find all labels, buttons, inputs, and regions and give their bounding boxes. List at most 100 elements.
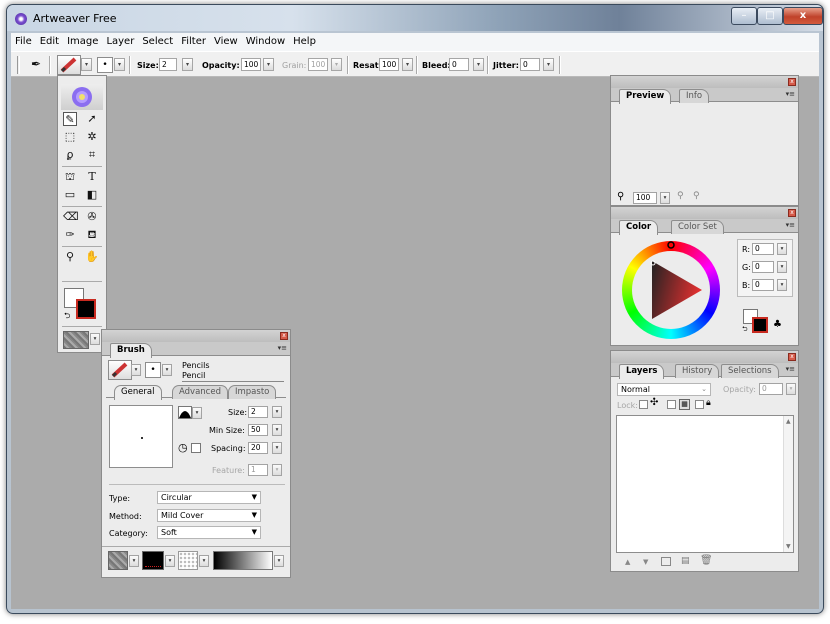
zoom-in-icon[interactable]: ⚲ (693, 191, 700, 201)
new-layer-icon[interactable] (661, 557, 671, 566)
trash-icon[interactable]: 🗑︎ (700, 555, 713, 566)
tab-general[interactable]: General (114, 385, 162, 400)
menu-edit[interactable]: Edit (36, 33, 63, 49)
toolbox-header[interactable] (61, 84, 103, 110)
menu-view[interactable]: View (210, 33, 242, 49)
brush-shape-button[interactable]: • (145, 362, 161, 378)
g-dropdown[interactable]: ▾ (777, 261, 787, 273)
move-tool-icon[interactable]: ➚ (85, 112, 99, 126)
grain-dropdown[interactable]: ▾ (199, 555, 209, 567)
minimize-button[interactable]: – (731, 7, 757, 25)
scroll-up-icon[interactable]: ▲ (786, 418, 791, 425)
gradient-dropdown[interactable]: ▾ (274, 555, 284, 567)
brush-preset-dropdown[interactable]: ▾ (131, 364, 141, 376)
pen-tool-icon[interactable]: ✒ (29, 57, 43, 71)
brush-dab-swatch[interactable] (142, 551, 164, 570)
fill-tool-icon[interactable]: ⛾ (85, 228, 99, 242)
brush-shape-dropdown[interactable]: ▾ (162, 364, 172, 376)
zoom-tool-icon[interactable]: ⚲ (63, 250, 77, 264)
clone-tool-icon[interactable]: ✇ (85, 210, 99, 224)
g-field[interactable]: 0 (752, 261, 774, 273)
brush-profile-button[interactable] (178, 406, 192, 419)
opacity-dropdown[interactable]: ▾ (263, 58, 274, 71)
size-field[interactable]: 2 (248, 406, 268, 418)
paper-texture-dropdown[interactable]: ▾ (129, 555, 139, 567)
spacing-field[interactable]: 20 (248, 442, 268, 454)
menu-window[interactable]: Window (242, 33, 289, 49)
bleed-field[interactable]: 0 (449, 58, 469, 71)
min-size-dropdown[interactable]: ▾ (272, 424, 282, 436)
spacing-dropdown[interactable]: ▾ (272, 442, 282, 454)
paper-texture-swatch[interactable] (63, 331, 89, 349)
hand-tool-icon[interactable]: ✋ (85, 250, 99, 264)
foreground-color-swatch[interactable] (76, 299, 96, 319)
paper-texture-dropdown[interactable]: ▾ (90, 333, 100, 345)
panel-menu-icon[interactable]: ▾≡ (786, 90, 795, 98)
lock-transparency-checkbox[interactable] (639, 400, 648, 409)
spacing-checkbox[interactable] (191, 443, 201, 453)
lock-all-checkbox[interactable] (695, 400, 704, 409)
text-tool-icon[interactable]: T (85, 170, 99, 184)
blend-mode-select[interactable]: Normal ⌄ (617, 383, 711, 396)
brush-preset-button[interactable] (57, 55, 81, 75)
menu-file[interactable]: File (11, 33, 36, 49)
eyedropper-icon[interactable]: ♣ (773, 319, 782, 330)
brush-preset-dropdown[interactable]: ▾ (81, 58, 92, 71)
tab-color-set[interactable]: Color Set (671, 220, 724, 234)
scroll-down-icon[interactable]: ▼ (786, 543, 791, 550)
magic-wand-tool-icon[interactable]: ✲ (85, 130, 99, 144)
panel-menu-icon[interactable]: ▾≡ (786, 221, 795, 229)
brush-tool-icon[interactable]: ✎ (63, 112, 77, 126)
menu-help[interactable]: Help (289, 33, 320, 49)
panel-menu-icon[interactable]: ▾≡ (786, 365, 795, 373)
menu-select[interactable]: Select (138, 33, 177, 49)
lasso-tool-icon[interactable]: ϼ (63, 148, 77, 162)
brush-preset-button[interactable] (108, 360, 132, 380)
rect-select-tool-icon[interactable]: ⬚ (63, 130, 77, 144)
preview-zoom-dropdown[interactable]: ▾ (660, 192, 670, 204)
size-dropdown[interactable]: ▾ (272, 406, 282, 418)
tab-layers[interactable]: Layers (619, 364, 665, 379)
color-triangle[interactable] (622, 241, 720, 339)
layers-scrollbar[interactable]: ▲ ▼ (783, 416, 793, 552)
preview-zoom-field[interactable]: 100 (633, 192, 657, 204)
jitter-field[interactable]: 0 (520, 58, 540, 71)
zoom-out-icon[interactable]: ⚲ (677, 191, 684, 201)
feature-field[interactable]: 1 (248, 464, 268, 476)
swap-colors-icon[interactable]: ⮌ (742, 325, 748, 336)
r-dropdown[interactable]: ▾ (777, 243, 787, 255)
gradient-tool-icon[interactable]: ◧ (85, 188, 99, 202)
eraser-tool-icon[interactable]: ⌫ (63, 210, 79, 224)
maximize-button[interactable]: □ (757, 7, 783, 25)
size-dropdown[interactable]: ▾ (182, 58, 193, 71)
grain-dropdown[interactable]: ▾ (331, 58, 342, 71)
tab-history[interactable]: History (675, 364, 720, 378)
close-icon[interactable]: x (788, 78, 796, 86)
move-layer-down-icon[interactable]: ▼ (643, 558, 648, 566)
tab-impasto[interactable]: Impasto (228, 385, 277, 399)
resat-field[interactable]: 100 (379, 58, 399, 71)
layer-opacity-dropdown[interactable]: ▾ (786, 383, 796, 395)
move-layer-up-icon[interactable]: ▲ (625, 558, 630, 566)
eyedropper-tool-icon[interactable]: ✑ (63, 228, 77, 242)
paper-texture-swatch[interactable] (108, 551, 128, 570)
close-icon[interactable]: x (788, 353, 796, 361)
gradient-swatch[interactable] (213, 551, 273, 570)
rectangle-tool-icon[interactable]: ▭ (63, 188, 77, 202)
type-select[interactable]: Circular ▼ (157, 491, 261, 504)
lock-pixels-checkbox[interactable] (667, 400, 676, 409)
title-bar[interactable]: Artweaver Free – □ x (7, 5, 823, 31)
b-dropdown[interactable]: ▾ (777, 279, 787, 291)
close-button[interactable]: x (783, 7, 823, 25)
menu-filter[interactable]: Filter (177, 33, 210, 49)
swap-colors-icon[interactable]: ⮌ (64, 310, 70, 324)
tab-preview[interactable]: Preview (619, 89, 672, 104)
foreground-color-swatch[interactable] (752, 317, 768, 333)
brush-profile-dropdown[interactable]: ▾ (192, 407, 202, 419)
grain-field[interactable]: 100 (308, 58, 328, 71)
size-field[interactable]: 2 (159, 58, 177, 71)
resat-dropdown[interactable]: ▾ (402, 58, 413, 71)
brush-dab-dropdown[interactable]: ▾ (165, 555, 175, 567)
perspective-tool-icon[interactable]: ⛫ (63, 170, 77, 184)
menu-image[interactable]: Image (63, 33, 102, 49)
